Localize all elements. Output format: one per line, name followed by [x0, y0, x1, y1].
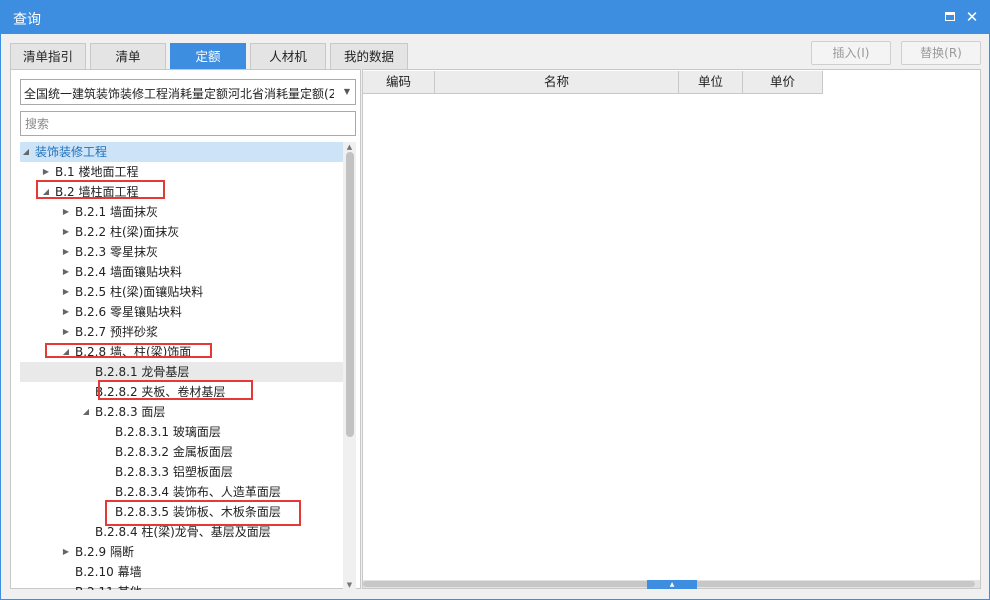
collapse-toggle-icon[interactable]: ▶: [61, 322, 71, 342]
tree-node[interactable]: B.2.10 幕墙: [20, 562, 343, 582]
tree-node[interactable]: ◢ B.2.8 墙、柱(梁)饰面: [20, 342, 343, 362]
title-bar[interactable]: 查询 ✕: [1, 1, 989, 34]
collapse-toggle-icon[interactable]: ▶: [61, 282, 71, 302]
collapse-toggle-icon[interactable]: ▶: [61, 202, 71, 222]
window-title: 查询: [13, 12, 41, 28]
collapse-toggle-icon[interactable]: ▶: [61, 242, 71, 262]
chevron-down-icon: ▼: [343, 87, 350, 96]
tree-node-label: B.2.8.3.5 装饰板、木板条面层: [115, 505, 281, 519]
collapse-toggle-icon[interactable]: ▶: [61, 222, 71, 242]
expand-toggle-icon[interactable]: ◢: [21, 142, 31, 162]
tree-node[interactable]: B.2.8.2 夹板、卷材基层: [20, 382, 343, 402]
maximize-icon: [945, 12, 955, 21]
tab-quota[interactable]: 定额: [170, 43, 246, 69]
tree-node-label: B.2.8 墙、柱(梁)饰面: [75, 345, 192, 359]
tab-bill[interactable]: 清单: [90, 43, 166, 69]
collapse-toggle-icon[interactable]: ▶: [61, 302, 71, 322]
quota-library-value: 全国统一建筑装饰装修工程消耗量定额河北省消耗量定额(20: [24, 87, 334, 101]
tree-node-label: B.2.4 墙面镶贴块料: [75, 265, 182, 279]
tree-node-label: B.2.7 预拌砂浆: [75, 325, 158, 339]
tree-node[interactable]: ◢ B.2.8.3 面层: [20, 402, 343, 422]
tree-node[interactable]: B.2.8.1 龙骨基层: [20, 362, 343, 382]
tree-node[interactable]: B.2.8.4 柱(梁)龙骨、基层及面层: [20, 522, 343, 542]
tree-node[interactable]: ▶ B.2.6 零星镶贴块料: [20, 302, 343, 322]
column-header-unit[interactable]: 单位: [679, 71, 743, 94]
tree-node-label: 装饰装修工程: [35, 145, 108, 159]
collapse-toggle-icon[interactable]: ▶: [61, 262, 71, 282]
tree-node[interactable]: ▶ B.2.9 隔断: [20, 542, 343, 562]
tree-node-label: B.2.8.3 面层: [95, 405, 166, 419]
expand-toggle-icon[interactable]: ◢: [61, 342, 71, 362]
tree-node-label: B.2.10 幕墙: [75, 565, 142, 579]
column-header-price[interactable]: 单价: [743, 71, 823, 94]
collapse-toggle-icon[interactable]: ▶: [61, 542, 71, 562]
tree-node-label: B.2.1 墙面抹灰: [75, 205, 158, 219]
expand-toggle-icon[interactable]: ◢: [41, 182, 51, 202]
tree-node-label: B.2.8.2 夹板、卷材基层: [95, 385, 226, 399]
tree-node-label: B.2.2 柱(梁)面抹灰: [75, 225, 180, 239]
tree-node[interactable]: ▶ B.2.5 柱(梁)面镶贴块料: [20, 282, 343, 302]
tree-node-label: B.2.8.4 柱(梁)龙骨、基层及面层: [95, 525, 271, 539]
tree-node[interactable]: B.2.8.3.1 玻璃面层: [20, 422, 343, 442]
tree-panel: 全国统一建筑装饰装修工程消耗量定额河北省消耗量定额(20 ▼ ◢ 装饰装修工程 ▶ B…: [10, 69, 361, 590]
chevron-up-icon: ▲: [669, 581, 675, 588]
tab-my-data[interactable]: 我的数据: [330, 43, 408, 69]
tree-node-label: B.2.9 隔断: [75, 545, 134, 559]
tree-node[interactable]: B.2.11 其他: [20, 582, 343, 590]
tree-node[interactable]: B.2.8.3.3 铝塑板面层: [20, 462, 343, 482]
expand-toggle-icon[interactable]: ◢: [81, 402, 91, 422]
scroll-up-icon[interactable]: ▲: [343, 142, 356, 152]
replace-button[interactable]: 替换(R): [901, 41, 981, 65]
scrollbar-thumb[interactable]: [346, 152, 354, 437]
collapse-panel-button[interactable]: ▲: [647, 580, 697, 589]
tree-node[interactable]: ▶ B.2.1 墙面抹灰: [20, 202, 343, 222]
tree-node[interactable]: B.2.8.3.4 装饰布、人造革面层: [20, 482, 343, 502]
tree-node-label: B.2 墙柱面工程: [55, 185, 139, 199]
insert-button[interactable]: 插入(I): [811, 41, 891, 65]
tree-node-label: B.2.5 柱(梁)面镶贴块料: [75, 285, 204, 299]
query-dialog: 查询 ✕ 清单指引 清单 定额 人材机 我的数据 插入(I) 替换(R) 全国统…: [0, 0, 990, 600]
tree-node-label: B.2.8.3.2 金属板面层: [115, 445, 233, 459]
search-input[interactable]: [20, 111, 356, 136]
maximize-button[interactable]: [941, 8, 959, 26]
tree-node[interactable]: ▶ B.2.3 零星抹灰: [20, 242, 343, 262]
tree-node[interactable]: ▶ B.2.2 柱(梁)面抹灰: [20, 222, 343, 242]
tree-node[interactable]: ▶ B.2.7 预拌砂浆: [20, 322, 343, 342]
collapse-toggle-icon[interactable]: ▶: [41, 162, 51, 182]
tree-node-label: B.2.11 其他: [75, 582, 142, 590]
tree-node-label: B.2.8.1 龙骨基层: [95, 365, 190, 379]
close-button[interactable]: ✕: [963, 8, 981, 26]
tree-vertical-scrollbar[interactable]: ▲ ▼: [343, 142, 356, 590]
scroll-down-icon[interactable]: ▼: [343, 580, 356, 590]
tree-node[interactable]: ▶ B.2.4 墙面镶贴块料: [20, 262, 343, 282]
tree-node[interactable]: ◢ B.2 墙柱面工程: [20, 182, 343, 202]
tree-node-label: B.2.6 零星镶贴块料: [75, 305, 182, 319]
tree-node-label: B.2.8.3.1 玻璃面层: [115, 425, 221, 439]
quota-table: 编码 名称 单位 单价 ▲: [362, 69, 981, 589]
tree-node[interactable]: B.2.8.3.2 金属板面层: [20, 442, 343, 462]
tree-node-label: B.2.8.3.3 铝塑板面层: [115, 465, 233, 479]
tree-node-label: B.2.8.3.4 装饰布、人造革面层: [115, 485, 281, 499]
quota-tree: ◢ 装饰装修工程 ▶ B.1 楼地面工程 ◢ B.2 墙柱面工程 ▶ B.2.1 墙面抹灰 ▶ B…: [20, 142, 343, 590]
tab-labor-material-machine[interactable]: 人材机: [250, 43, 326, 69]
tree-node[interactable]: ◢ 装饰装修工程: [20, 142, 343, 162]
tree-node-label: B.2.3 零星抹灰: [75, 245, 158, 259]
column-header-code[interactable]: 编码: [363, 71, 435, 94]
tree-node[interactable]: ▶ B.1 楼地面工程: [20, 162, 343, 182]
tab-bill-guide[interactable]: 清单指引: [10, 43, 86, 69]
quota-library-select[interactable]: 全国统一建筑装饰装修工程消耗量定额河北省消耗量定额(20 ▼: [20, 79, 356, 105]
close-icon: ✕: [965, 8, 979, 26]
tree-node[interactable]: B.2.8.3.5 装饰板、木板条面层: [20, 502, 343, 522]
tree-node-label: B.1 楼地面工程: [55, 165, 139, 179]
column-header-name[interactable]: 名称: [435, 71, 679, 94]
